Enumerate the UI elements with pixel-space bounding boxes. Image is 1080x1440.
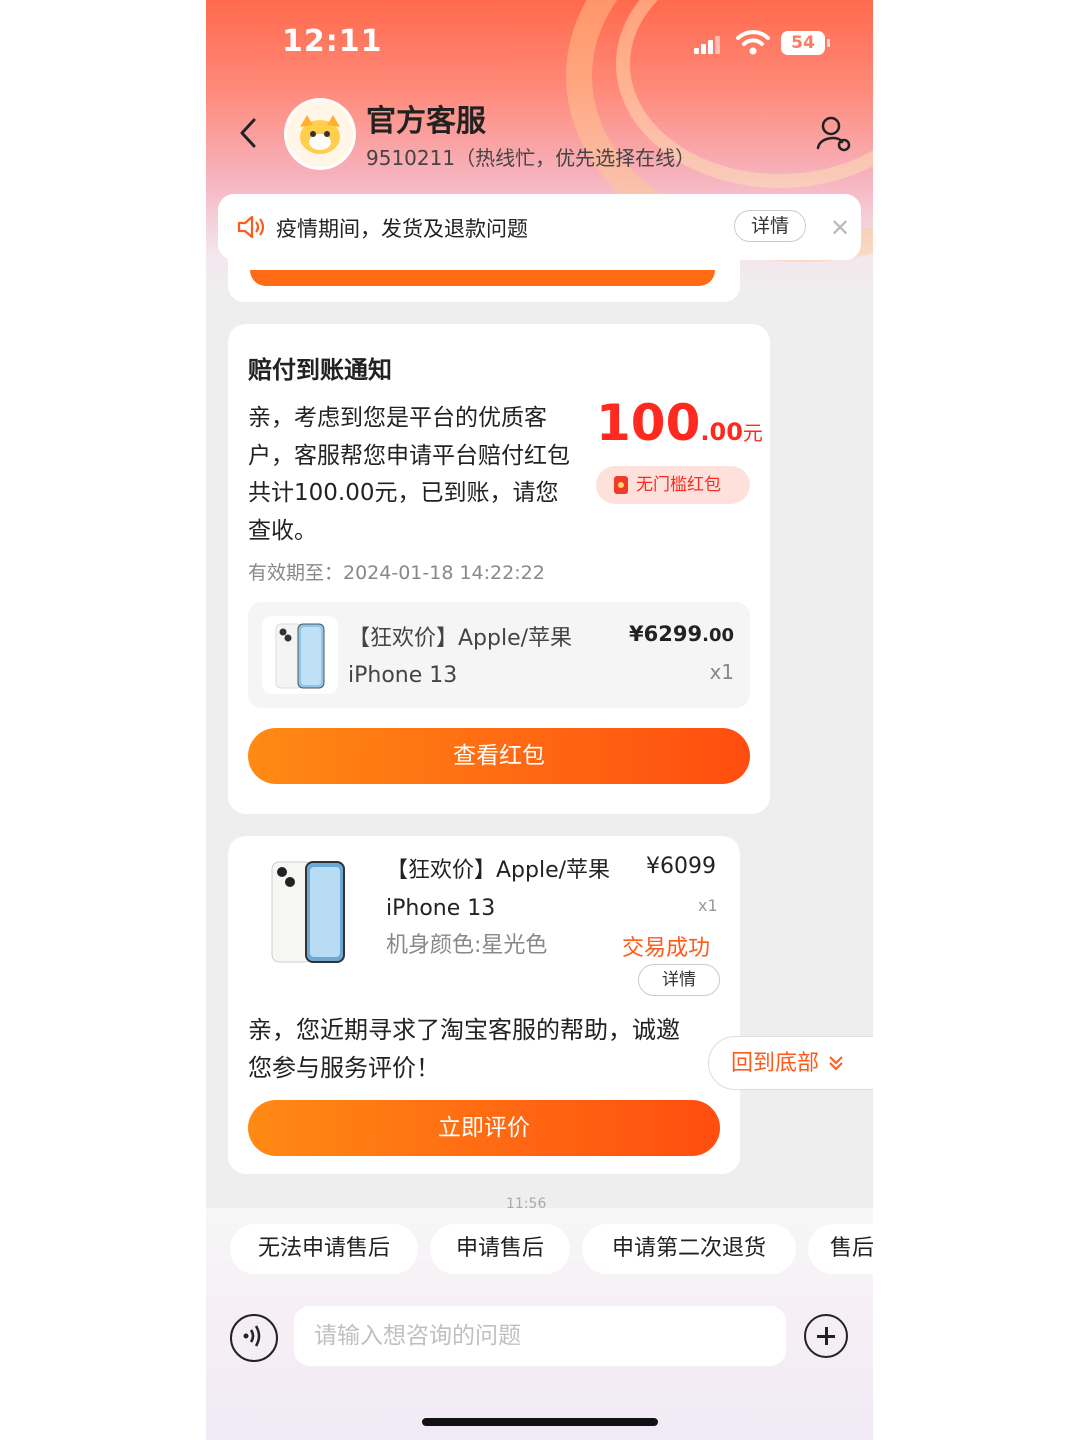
status-bar: 12:11 54 [206,0,873,88]
back-arrow-icon[interactable] [234,116,264,150]
back-to-bottom-label: 回到底部 [731,1051,820,1076]
red-packet-tag-label: 无门槛红包 [636,475,721,495]
amount-integer: 100 [596,394,701,452]
signal-icon [694,34,724,54]
price-decimal: .00 [702,625,734,646]
back-to-bottom-button[interactable]: 回到底部 [708,1036,873,1090]
order-product-name: 【狂欢价】Apple/苹果 iPhone 13 [386,858,611,921]
compensation-heading: 赔付到账通知 [248,356,392,384]
quick-reply-chip[interactable]: 申请售后 [430,1224,570,1274]
iphone-image [271,861,345,963]
order-thumbnail[interactable] [268,858,348,968]
product-price: ¥6299.00 [629,622,734,646]
order-detail-button[interactable]: 详情 [638,964,720,996]
quick-replies: 无法申请售后 申请售后 申请第二次退货 售后 [206,1224,873,1276]
plus-icon[interactable] [804,1314,848,1358]
previous-message-card [228,240,740,302]
user-settings-icon[interactable] [816,114,852,154]
order-card: 【狂欢价】Apple/苹果 iPhone 13 机身颜色:星光色 ¥6099 x… [228,836,740,1174]
mascot-icon [300,115,340,154]
order-product-info: 【狂欢价】Apple/苹果 iPhone 13 机身颜色:星光色 [386,852,616,965]
compensation-body: 亲，考虑到您是平台的优质客户，客服帮您申请平台赔付红包共计100.00元，已到账… [248,405,570,544]
compensation-product[interactable]: 【狂欢价】Apple/苹果 iPhone 13 ¥6299.00 x1 [248,602,750,708]
order-quantity: x1 [698,896,718,915]
chat-title: 官方客服 [366,104,486,139]
rating-invite-text: 亲，您近期寻求了淘宝客服的帮助，诚邀您参与服务评价！ [248,1016,680,1082]
iphone-image [275,623,325,689]
compensation-card: 赔付到账通知 亲，考虑到您是平台的优质客户，客服帮您申请平台赔付红包共计100.… [228,324,770,814]
amount-decimal: .00 [700,418,743,446]
chevron-down-icon [829,1056,843,1071]
valid-until: 有效期至：2024-01-18 14:22:22 [248,562,545,584]
avatar[interactable] [284,98,356,170]
red-envelope-icon [614,476,628,494]
rate-now-button[interactable]: 立即评价 [248,1100,720,1156]
home-indicator [422,1418,658,1426]
quick-reply-chip[interactable]: 售后 [808,1224,873,1274]
product-thumbnail [262,616,338,694]
notice-text: 疫情期间，发货及退款问题 [276,217,528,241]
battery-icon: 54 [781,31,830,55]
order-status: 交易成功 [622,936,711,961]
message-timestamp: 11:56 [506,1196,547,1212]
status-time: 12:11 [282,24,383,59]
chat-subtitle: 9510211（热线忙，优先选择在线） [366,146,696,170]
voice-wave-icon [243,1325,261,1347]
compensation-amount: 100.00元 [596,394,763,452]
product-name: 【狂欢价】Apple/苹果 iPhone 13 [348,626,573,688]
amount-unit: 元 [742,421,763,445]
speaker-icon [237,215,265,239]
product-quantity: x1 [709,660,734,684]
message-input[interactable]: 请输入想咨询的问题 [294,1306,786,1366]
price-integer: ¥6299 [629,622,703,646]
quick-reply-chip[interactable]: 无法申请售后 [230,1224,418,1274]
order-price: ¥6099 [646,854,716,879]
quick-reply-chip[interactable]: 申请第二次退货 [582,1224,796,1274]
notice-detail-button[interactable]: 详情 [734,210,806,242]
voice-icon[interactable] [230,1314,278,1362]
wifi-icon [736,30,770,55]
close-icon[interactable]: ✕ [830,214,850,242]
phone-screen: 12:11 54 官方客服 9510211（热线忙，优先选择在线） 疫情期间，发… [206,0,873,1440]
order-product-spec: 机身颜色:星光色 [386,933,548,958]
red-packet-tag: 无门槛红包 [596,466,750,504]
view-red-packet-button[interactable]: 查看红包 [248,728,750,784]
